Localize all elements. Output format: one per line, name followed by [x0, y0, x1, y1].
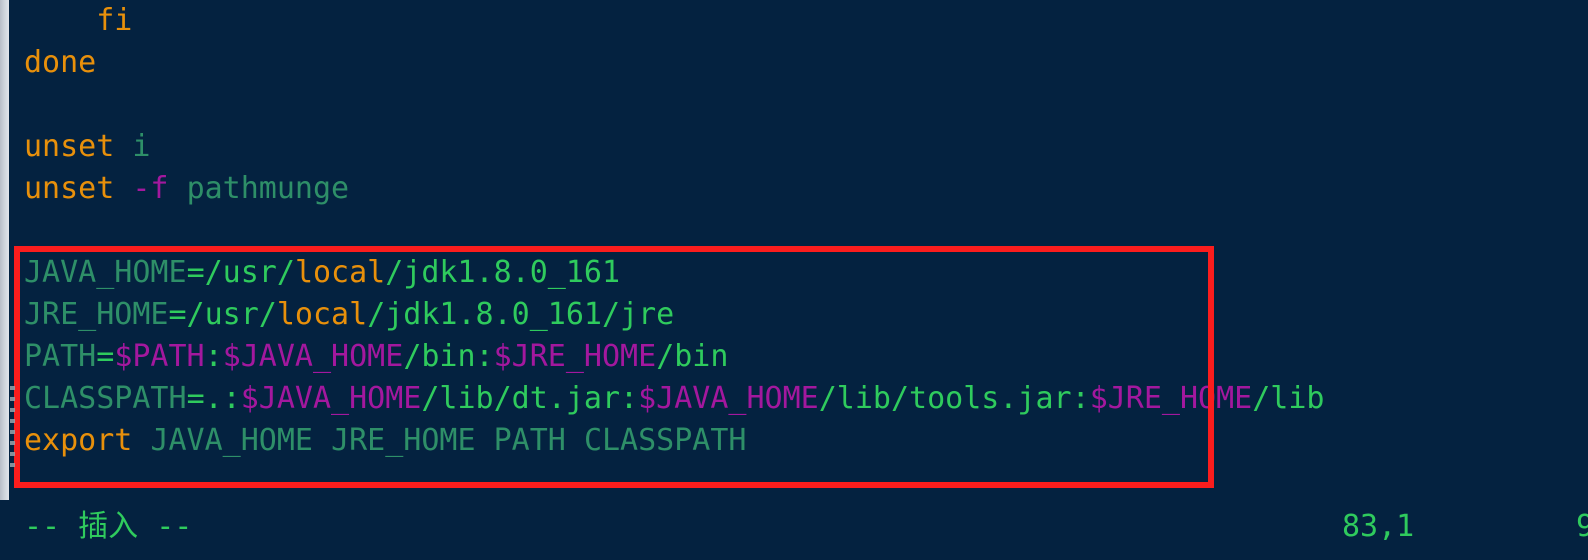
line-blank-2[interactable] — [24, 210, 42, 252]
token-string: =.: — [186, 381, 241, 416]
line-classpath[interactable]: CLASSPATH=.:$JAVA_HOME/lib/dt.jar:$JAVA_… — [24, 378, 1325, 420]
line-export[interactable]: export JAVA_HOME JRE_HOME PATH CLASSPATH — [24, 420, 747, 462]
token-identifier: pathmunge — [186, 171, 350, 206]
token-variable: $PATH — [114, 339, 205, 374]
token-identifier: i — [132, 129, 151, 164]
text-buffer[interactable]: fi done unset i unset -f pathmunge JAVA_HO… — [0, 0, 1588, 500]
fold-marker-dots — [9, 386, 17, 482]
line-unset-i[interactable]: unset i — [24, 126, 150, 168]
vim-status-line: -- 插入 -- 83,1 9 — [0, 500, 1588, 560]
line-unset-f-pathmunge[interactable]: unset -f pathmunge — [24, 168, 349, 210]
token-keyword: export — [24, 423, 133, 458]
line-path[interactable]: PATH=$PATH:$JAVA_HOME/bin:$JRE_HOME/bin — [24, 336, 728, 378]
token-identifier: CLASSPATH — [24, 381, 187, 416]
token-string: /lib/dt.jar: — [421, 381, 639, 416]
status-cursor-position: 83,1 — [1342, 509, 1415, 544]
scrollbar-thumb[interactable] — [0, 0, 9, 560]
line-java-home[interactable]: JAVA_HOME=/usr/local/jdk1.8.0_161 — [24, 252, 620, 294]
token-string: = — [96, 339, 115, 374]
fold-dot — [10, 419, 15, 423]
token-identifier: PATH — [493, 423, 566, 458]
token-identifier: JAVA_HOME — [24, 255, 187, 290]
fold-dot — [10, 430, 15, 434]
token-keyword: local — [276, 297, 368, 332]
vim-editor-window: fi done unset i unset -f pathmunge JAVA_HO… — [0, 0, 1588, 560]
line-jre-home[interactable]: JRE_HOME=/usr/local/jdk1.8.0_161/jre — [24, 294, 674, 336]
token-string: /jdk1.8.0_161/jre — [367, 297, 675, 332]
token-variable: $JAVA_HOME — [240, 381, 422, 416]
fold-dot — [10, 452, 15, 456]
line-done[interactable]: done — [24, 42, 96, 84]
fold-dot — [10, 463, 15, 467]
token-string: /bin: — [403, 339, 494, 374]
token-flag: -f — [132, 171, 169, 206]
token-identifier: JRE_HOME — [24, 297, 169, 332]
token-keyword: fi — [96, 3, 133, 38]
token-variable: $JRE_HOME — [493, 339, 657, 374]
token-string: /bin — [656, 339, 729, 374]
fold-dot — [10, 441, 15, 445]
token-keyword: done — [24, 45, 97, 80]
token-string: /lib/tools.jar: — [818, 381, 1090, 416]
token-variable: $JAVA_HOME — [638, 381, 819, 416]
token-identifier: JAVA_HOME — [150, 423, 313, 458]
token-string: : — [204, 339, 223, 374]
window-scrollbar[interactable] — [0, 0, 9, 560]
token-identifier: PATH — [24, 339, 97, 374]
token-keyword: unset — [24, 171, 115, 206]
token-string: /jdk1.8.0_161 — [385, 255, 621, 290]
token-identifier: CLASSPATH — [583, 423, 747, 458]
token-string: =/usr/ — [186, 255, 295, 290]
token-string: /lib — [1252, 381, 1325, 416]
token-variable: $JAVA_HOME — [222, 339, 404, 374]
token-identifier: JRE_HOME — [331, 423, 476, 458]
fold-dot — [10, 397, 15, 401]
token-string: =/usr/ — [168, 297, 277, 332]
token-variable: $JRE_HOME — [1089, 381, 1253, 416]
token-keyword: local — [294, 255, 386, 290]
fold-dot — [10, 386, 15, 390]
fold-dot — [10, 408, 15, 412]
line-blank-1[interactable] — [24, 84, 42, 126]
token-keyword: unset — [24, 129, 115, 164]
line-fi[interactable]: fi — [24, 0, 132, 42]
status-mode-indicator: -- 插入 -- — [24, 509, 193, 544]
status-scroll-percent: 9 — [1576, 509, 1588, 544]
